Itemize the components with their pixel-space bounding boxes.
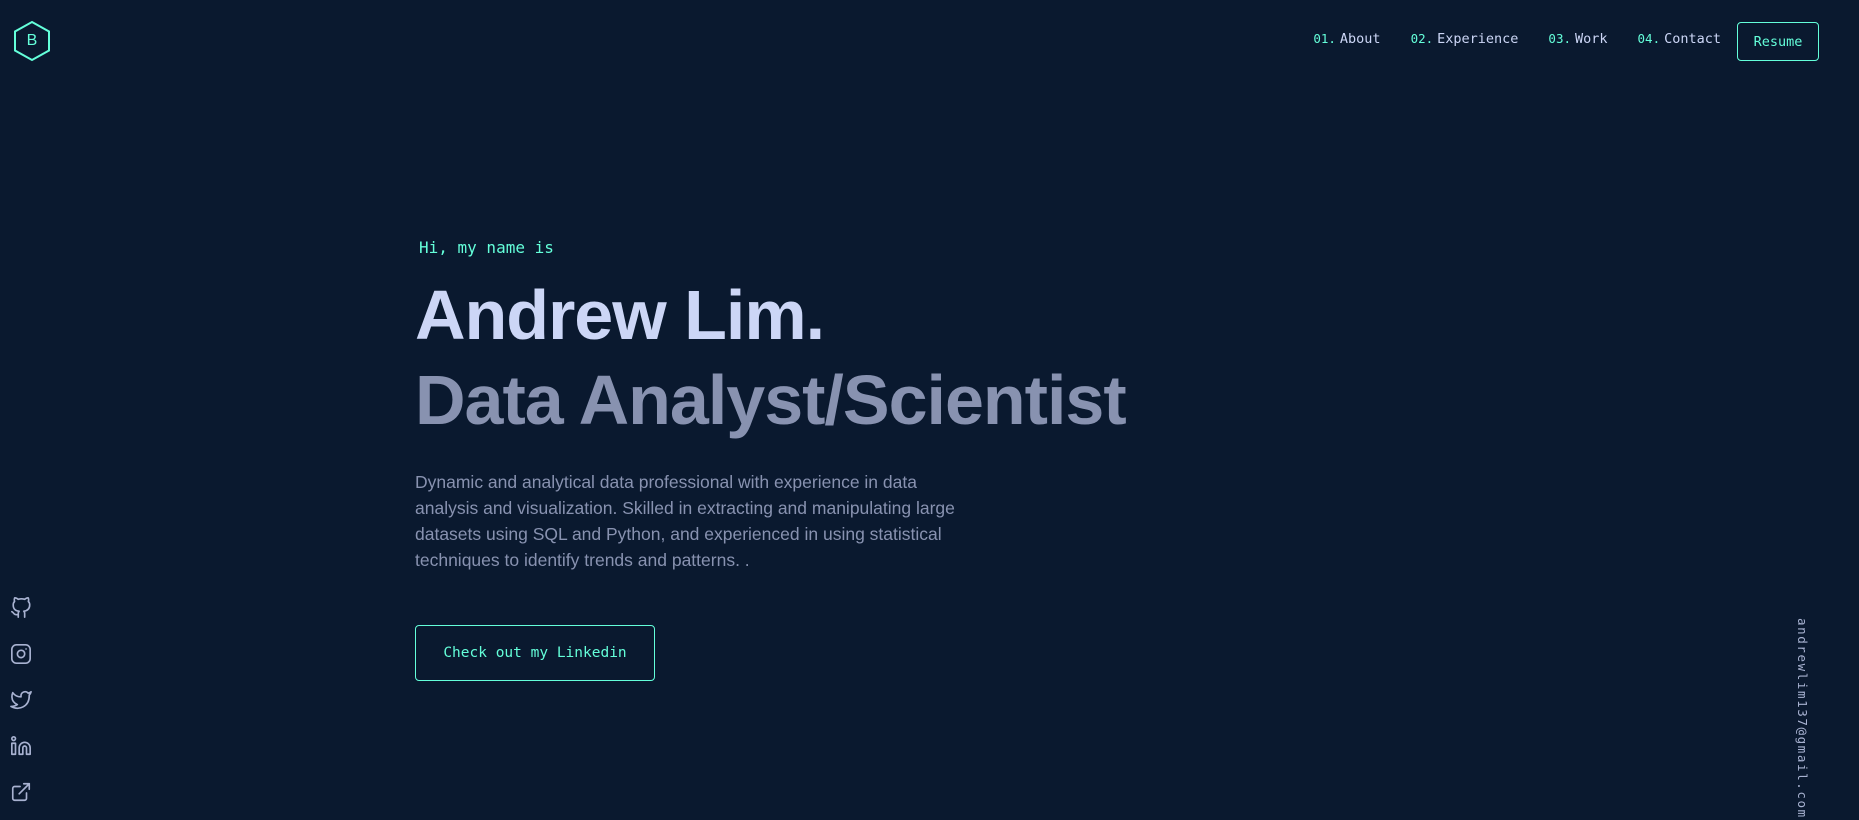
nav-item-label: About (1339, 31, 1381, 47)
hero-name: Andrew Lim. (415, 276, 825, 354)
nav-item-work[interactable]: 03. Work (1548, 31, 1607, 47)
linkedin-cta-button[interactable]: Check out my Linkedin (415, 625, 655, 681)
nav-item-number: 02. (1410, 31, 1434, 46)
resume-button[interactable]: Resume (1737, 22, 1819, 61)
twitter-icon[interactable] (10, 689, 32, 711)
nav-item-label: Experience (1437, 31, 1519, 47)
hero-role: Data Analyst/Scientist (415, 361, 1127, 439)
email-link[interactable]: andrewlim137@gmail.com (1795, 618, 1810, 819)
linkedin-icon[interactable] (10, 735, 32, 757)
nav-item-label: Contact (1664, 31, 1721, 47)
external-link-icon[interactable] (10, 781, 32, 803)
instagram-icon[interactable] (10, 643, 32, 665)
hero-bio: Dynamic and analytical data professional… (415, 472, 955, 570)
nav-item-number: 03. (1548, 31, 1571, 46)
nav-item-label: Work (1575, 31, 1608, 47)
nav-item-number: 01. (1313, 31, 1336, 46)
nav-item-about[interactable]: 01. About (1313, 31, 1380, 47)
nav-item-contact[interactable]: 04. Contact (1638, 31, 1721, 47)
nav-item-number: 04. (1637, 31, 1661, 46)
hero-greeting: Hi, my name is (419, 238, 554, 257)
logo[interactable]: B (12, 20, 52, 62)
github-icon[interactable] (10, 597, 32, 619)
site-header: B 01. About 02. Experience 03. Work 04. Cont… (0, 0, 1859, 82)
logo-letter: B (26, 32, 38, 49)
nav-item-experience[interactable]: 02. Experience (1411, 31, 1519, 47)
main-nav: 01. About 02. Experience 03. Work 04. Contac… (1313, 31, 1721, 47)
